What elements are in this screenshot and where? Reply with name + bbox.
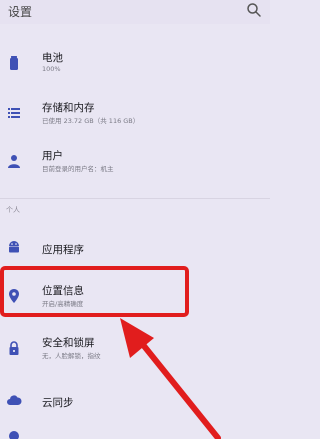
item-title: 存储和内存 (42, 102, 95, 114)
settings-item-cloud-sync[interactable]: 云同步 (0, 382, 270, 424)
item-subtitle: 无，人脸解锁，指纹 (42, 352, 101, 360)
item-subtitle: 目前登录的用户名：机主 (42, 165, 114, 173)
lock-icon (9, 341, 19, 355)
item-subtitle: 已使用 23.72 GB（共 116 GB） (42, 117, 140, 125)
item-subtitle: 开启/高精确度 (42, 300, 84, 308)
next-item-icon (9, 431, 19, 439)
settings-item-security[interactable]: 安全和锁屏 无，人脸解锁，指纹 (0, 330, 270, 372)
item-title: 电池 (42, 52, 63, 64)
battery-icon (10, 56, 18, 70)
settings-item-battery[interactable]: 电池 100% (0, 45, 270, 87)
item-title: 应用程序 (42, 244, 84, 256)
app-bar: 设置 (0, 0, 270, 24)
settings-item-location[interactable]: 位置信息 开启/高精确度 (0, 278, 270, 320)
settings-item-user[interactable]: 用户 目前登录的用户名：机主 (0, 143, 270, 185)
cloud-icon (7, 395, 22, 405)
settings-item-storage[interactable]: 存储和内存 已使用 23.72 GB（共 116 GB） (0, 95, 270, 137)
person-icon (8, 155, 20, 168)
item-subtitle: 100% (42, 65, 61, 73)
section-header-personal: 个人 (6, 206, 20, 214)
location-icon (9, 289, 19, 303)
android-icon (9, 241, 19, 253)
storage-icon (8, 108, 20, 118)
search-icon[interactable] (246, 2, 262, 18)
item-title: 安全和锁屏 (42, 337, 95, 349)
item-title: 云同步 (42, 397, 74, 409)
item-title: 用户 (42, 150, 63, 162)
section-divider (0, 198, 270, 199)
settings-item-apps[interactable]: 应用程序 (0, 229, 270, 271)
item-title: 位置信息 (42, 285, 84, 297)
page-title: 设置 (8, 5, 33, 19)
